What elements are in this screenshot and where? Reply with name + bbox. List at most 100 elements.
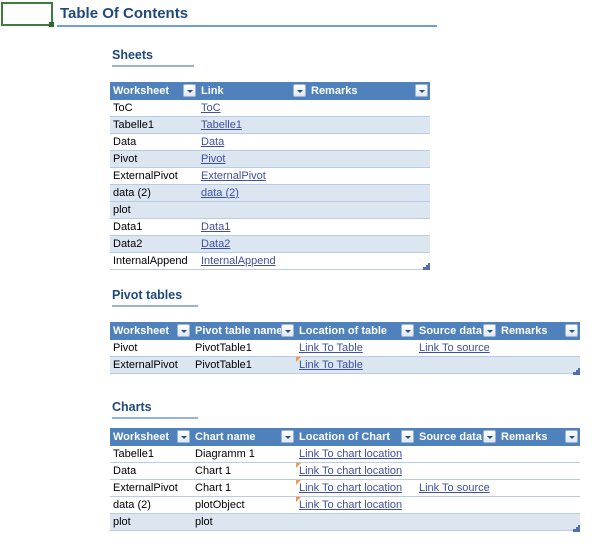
filter-dropdown-icon[interactable] [293,84,306,97]
cell-worksheet: Data [110,462,192,480]
filter-dropdown-icon[interactable] [177,324,190,337]
filter-dropdown-icon[interactable] [401,324,414,337]
table-resize-grip[interactable] [573,525,580,532]
location-link[interactable]: Link To chart location [299,499,402,511]
column-header-remarks[interactable]: Remarks [308,82,430,100]
column-header-worksheet[interactable]: Worksheet [110,428,192,446]
table-row: Data Chart 1 Link To chart location [110,462,580,480]
table-resize-grip[interactable] [423,263,430,270]
cell-link: data (2) [198,184,308,202]
cell-link [198,201,308,219]
column-header-pivot-table-name[interactable]: Pivot table name [192,322,296,340]
cell-worksheet: Data1 [110,218,198,236]
table-row: Pivot PivotTable1 Link To Table Link To … [110,340,580,357]
cell-source-data: Link To source [416,340,498,357]
column-header-label: Chart name [195,430,256,443]
table-row: plot plot [110,513,580,531]
column-header-label: Remarks [501,324,548,337]
filter-dropdown-icon[interactable] [565,430,578,443]
cell-remarks [308,167,430,185]
column-header-label: Worksheet [113,324,170,337]
table-header-row: Worksheet Pivot table name Location of t… [110,322,580,340]
sheet-link[interactable]: InternalAppend [201,255,276,267]
location-link[interactable]: Link To chart location [299,465,402,477]
cell-location: Link To chart location [296,479,416,497]
column-header-worksheet[interactable]: Worksheet [110,322,192,340]
cell-worksheet: plot [110,201,198,219]
column-header-source-data[interactable]: Source data [416,428,498,446]
cell-remarks [308,133,430,151]
cell-worksheet: Data [110,133,198,151]
column-header-link[interactable]: Link [198,82,308,100]
cell-remarks [498,446,580,463]
sheet-link[interactable]: Data1 [201,221,230,233]
column-header-label: Remarks [311,84,358,97]
table-row: ExternalPivot PivotTable1 Link To Table [110,356,580,374]
filter-dropdown-icon[interactable] [183,84,196,97]
column-header-remarks[interactable]: Remarks [498,322,580,340]
location-link[interactable]: Link To chart location [299,482,402,494]
source-link[interactable]: Link To source [419,342,490,354]
sheet-link[interactable]: Tabelle1 [201,119,242,131]
cell-remarks [308,184,430,202]
source-link[interactable]: Link To source [419,482,490,494]
pivot-tables-table: Worksheet Pivot table name Location of t… [110,322,580,374]
sheet-link[interactable]: ExternalPivot [201,170,266,182]
filter-dropdown-icon[interactable] [401,430,414,443]
column-header-label: Source data [419,324,482,337]
cell-worksheet: Pivot [110,150,198,168]
table-resize-grip[interactable] [573,368,580,375]
cell-worksheet: InternalAppend [110,252,198,270]
cell-source-data [416,496,498,514]
sheet-link[interactable]: Pivot [201,153,225,165]
active-cell-selection[interactable] [1,2,54,27]
location-link[interactable]: Link To chart location [299,448,402,460]
column-header-label: Remarks [501,430,548,443]
filter-dropdown-icon[interactable] [565,324,578,337]
column-header-source-data[interactable]: Source data [416,322,498,340]
comment-indicator-icon [296,463,301,468]
cell-remarks [308,150,430,168]
sheet-link[interactable]: Data [201,136,224,148]
cell-source-data [416,513,498,531]
cell-chart-name: plot [192,513,296,531]
filter-dropdown-icon[interactable] [281,324,294,337]
column-header-chart-name[interactable]: Chart name [192,428,296,446]
cell-worksheet: data (2) [110,184,198,202]
charts-table-body: Tabelle1 Diagramm 1 Link To chart locati… [110,446,580,531]
comment-indicator-icon [296,497,301,502]
cell-location [296,513,416,531]
sheet-link[interactable]: data (2) [201,187,239,199]
table-row: ExternalPivot Chart 1 Link To chart loca… [110,479,580,497]
cell-remarks [308,252,430,270]
filter-dropdown-icon[interactable] [415,84,428,97]
cell-source-data: Link To source [416,479,498,497]
column-header-remarks[interactable]: Remarks [498,428,580,446]
cell-link: Pivot [198,150,308,168]
cell-link: Tabelle1 [198,116,308,134]
cell-remarks [498,496,580,514]
cell-remarks [498,356,580,374]
cell-chart-name: Chart 1 [192,462,296,480]
column-header-worksheet[interactable]: Worksheet [110,82,198,100]
section-heading-sheets: Sheets [112,48,194,67]
cell-location: Link To Table [296,340,416,357]
cell-worksheet: data (2) [110,496,192,514]
filter-dropdown-icon[interactable] [483,324,496,337]
table-header-row: Worksheet Link Remarks [110,82,430,100]
cell-worksheet: Data2 [110,235,198,253]
column-header-location-of-chart[interactable]: Location of Chart [296,428,416,446]
filter-dropdown-icon[interactable] [483,430,496,443]
filter-dropdown-icon[interactable] [177,430,190,443]
cell-location: Link To chart location [296,462,416,480]
location-link[interactable]: Link To Table [299,359,363,371]
fill-handle[interactable] [49,22,54,27]
column-header-location-of-table[interactable]: Location of table [296,322,416,340]
sheet-link[interactable]: Data2 [201,238,230,250]
location-link[interactable]: Link To Table [299,342,363,354]
sheet-link[interactable]: ToC [201,102,221,114]
table-row: Pivot Pivot [110,150,430,168]
filter-dropdown-icon[interactable] [281,430,294,443]
section-heading-charts: Charts [112,400,198,419]
table-row: ExternalPivot ExternalPivot [110,167,430,185]
